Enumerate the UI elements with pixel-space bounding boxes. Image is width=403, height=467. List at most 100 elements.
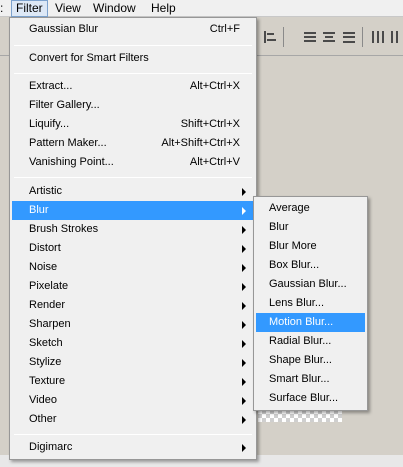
submenu-arrow-icon	[242, 444, 246, 452]
menu-item-label: Blur	[269, 221, 289, 233]
menu-item-shortcut: Ctrl+F	[209, 23, 240, 35]
menu-item-sketch[interactable]: Sketch	[12, 334, 254, 353]
menu-item-label: Filter Gallery...	[29, 99, 100, 111]
submenu-item-blur[interactable]: Blur	[256, 218, 365, 237]
menu-item-shortcut: Alt+Shift+Ctrl+X	[161, 137, 240, 149]
menu-item-label: Extract...	[29, 80, 73, 92]
menu-item-label: Radial Blur...	[269, 335, 332, 347]
submenu-item-average[interactable]: Average	[256, 199, 365, 218]
menu-item-label: Video	[29, 394, 57, 406]
menubar-edge: :	[0, 1, 4, 15]
menu-item-filter-gallery[interactable]: Filter Gallery...	[12, 96, 254, 115]
submenu-arrow-icon	[242, 321, 246, 329]
menu-item-label: Vanishing Point...	[29, 156, 114, 168]
menu-separator	[14, 434, 252, 435]
menu-item-label: Motion Blur...	[269, 316, 334, 328]
menu-item-last-filter[interactable]: Gaussian Blur Ctrl+F	[12, 20, 254, 39]
menu-item-sharpen[interactable]: Sharpen	[12, 315, 254, 334]
menu-item-texture[interactable]: Texture	[12, 372, 254, 391]
toolbar-divider	[362, 27, 363, 47]
submenu-item-blur-more[interactable]: Blur More	[256, 237, 365, 256]
submenu-arrow-icon	[242, 226, 246, 234]
menu-item-label: Smart Blur...	[269, 373, 330, 385]
menu-item-label: Lens Blur...	[269, 297, 325, 309]
align-bottom-icon[interactable]	[342, 30, 356, 44]
menu-view[interactable]: View	[51, 0, 85, 17]
menu-item-label: Convert for Smart Filters	[29, 52, 149, 64]
menu-item-vanishing-point[interactable]: Vanishing Point... Alt+Ctrl+V	[12, 153, 254, 172]
submenu-item-box-blur[interactable]: Box Blur...	[256, 256, 365, 275]
menu-item-pattern-maker[interactable]: Pattern Maker... Alt+Shift+Ctrl+X	[12, 134, 254, 153]
align-right-icon[interactable]	[390, 30, 403, 44]
menu-item-label: Gaussian Blur...	[269, 278, 347, 290]
menu-item-shortcut: Shift+Ctrl+X	[180, 118, 240, 130]
menu-item-shortcut: Alt+Ctrl+V	[189, 156, 240, 168]
menu-item-label: Other	[29, 413, 57, 425]
toolbar-divider	[283, 27, 284, 47]
submenu-item-motion-blur[interactable]: Motion Blur...	[256, 313, 365, 332]
submenu-arrow-icon	[242, 264, 246, 272]
menu-separator	[14, 73, 252, 74]
menu-item-extract[interactable]: Extract... Alt+Ctrl+X	[12, 77, 254, 96]
menu-item-label: Artistic	[29, 185, 62, 197]
menu-item-blur[interactable]: Blur	[12, 201, 254, 220]
menu-item-label: Average	[269, 202, 310, 214]
menu-item-noise[interactable]: Noise	[12, 258, 254, 277]
menu-item-label: Blur	[29, 204, 49, 216]
align-top-icon[interactable]	[303, 30, 317, 44]
menu-item-label: Noise	[29, 261, 58, 273]
menu-item-label: Pixelate	[29, 280, 69, 292]
menu-item-label: Stylize	[29, 356, 62, 368]
menubar: : Filter View Window Help	[0, 0, 403, 17]
menu-item-label: Sharpen	[29, 318, 71, 330]
submenu-arrow-icon	[242, 416, 246, 424]
menu-item-video[interactable]: Video	[12, 391, 254, 410]
menu-item-render[interactable]: Render	[12, 296, 254, 315]
menu-item-label: Gaussian Blur	[29, 23, 99, 35]
submenu-arrow-icon	[242, 397, 246, 405]
submenu-arrow-icon	[242, 245, 246, 253]
align-left-icon[interactable]	[263, 30, 277, 44]
submenu-arrow-icon	[242, 359, 246, 367]
menu-item-label: Box Blur...	[269, 259, 320, 271]
blur-submenu: Average Blur Blur More Box Blur... Gauss…	[253, 196, 368, 411]
menu-item-pixelate[interactable]: Pixelate	[12, 277, 254, 296]
align-hcenter-icon[interactable]	[371, 30, 385, 44]
menu-item-stylize[interactable]: Stylize	[12, 353, 254, 372]
menu-item-brush-strokes[interactable]: Brush Strokes	[12, 220, 254, 239]
submenu-arrow-icon	[242, 188, 246, 196]
menu-separator	[14, 45, 252, 46]
menu-help[interactable]: Help	[147, 0, 180, 17]
submenu-item-radial-blur[interactable]: Radial Blur...	[256, 332, 365, 351]
menu-item-liquify[interactable]: Liquify... Shift+Ctrl+X	[12, 115, 254, 134]
submenu-arrow-icon	[242, 302, 246, 310]
menu-item-artistic[interactable]: Artistic	[12, 182, 254, 201]
submenu-arrow-icon	[242, 283, 246, 291]
menu-item-label: Liquify...	[29, 118, 70, 130]
menu-item-label: Brush Strokes	[29, 223, 99, 235]
align-vcenter-icon[interactable]	[322, 30, 336, 44]
submenu-item-shape-blur[interactable]: Shape Blur...	[256, 351, 365, 370]
submenu-item-gaussian-blur[interactable]: Gaussian Blur...	[256, 275, 365, 294]
submenu-arrow-icon	[242, 378, 246, 386]
submenu-item-surface-blur[interactable]: Surface Blur...	[256, 389, 365, 408]
menu-filter[interactable]: Filter	[11, 0, 48, 17]
menu-item-label: Sketch	[29, 337, 63, 349]
submenu-item-lens-blur[interactable]: Lens Blur...	[256, 294, 365, 313]
menu-item-label: Distort	[29, 242, 61, 254]
menu-item-distort[interactable]: Distort	[12, 239, 254, 258]
menu-item-digimarc[interactable]: Digimarc	[12, 438, 254, 457]
menu-item-label: Digimarc	[29, 441, 73, 453]
filter-menu: Gaussian Blur Ctrl+F Convert for Smart F…	[9, 17, 257, 460]
menu-item-shortcut: Alt+Ctrl+X	[189, 80, 240, 92]
menu-item-label: Render	[29, 299, 66, 311]
menu-item-convert-smart-filters[interactable]: Convert for Smart Filters	[12, 49, 254, 68]
submenu-item-smart-blur[interactable]: Smart Blur...	[256, 370, 365, 389]
menu-item-label: Blur More	[269, 240, 317, 252]
menu-item-label: Texture	[29, 375, 66, 387]
submenu-arrow-icon	[242, 340, 246, 348]
menu-item-label: Surface Blur...	[269, 392, 339, 404]
menu-item-other[interactable]: Other	[12, 410, 254, 429]
menu-item-label: Shape Blur...	[269, 354, 332, 366]
menu-window[interactable]: Window	[89, 0, 140, 17]
